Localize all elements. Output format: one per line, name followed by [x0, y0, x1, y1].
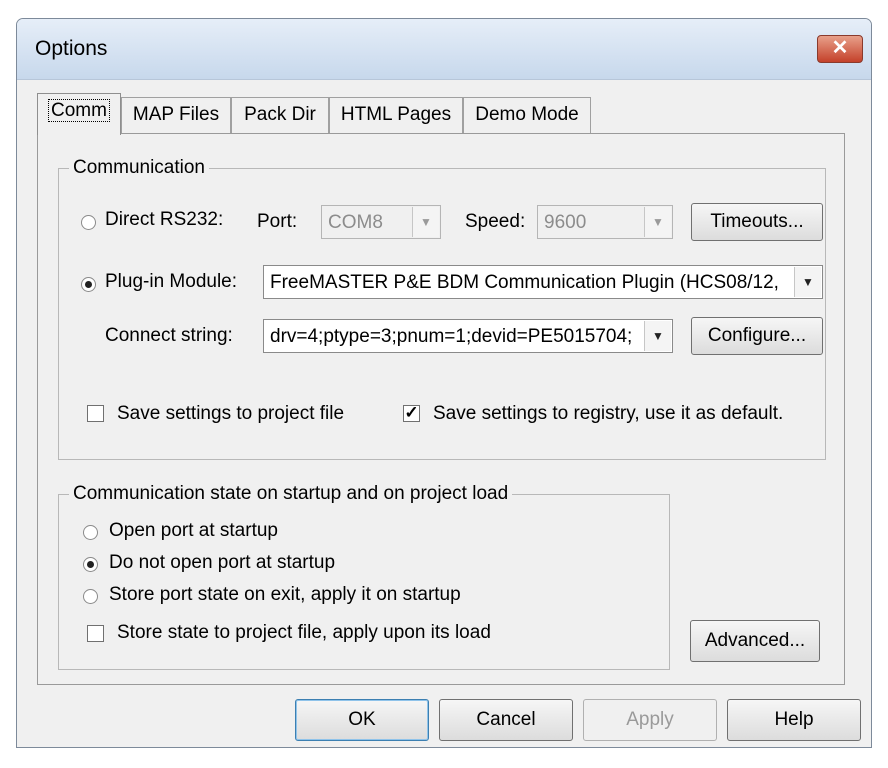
communication-legend: Communication [69, 157, 209, 179]
connect-string-value: drv=4;ptype=3;pnum=1;devid=PE5015704; [270, 326, 633, 347]
close-icon: ✕ [831, 37, 849, 59]
checkmark-icon: ✓ [404, 403, 419, 422]
save-project-checkbox[interactable] [87, 405, 104, 422]
close-button[interactable]: ✕ [817, 35, 863, 63]
store-port-state-label: Store port state on exit, apply it on st… [109, 584, 461, 605]
chevron-down-icon: ▼ [794, 267, 821, 297]
startup-state-legend: Communication state on startup and on pr… [69, 483, 513, 505]
store-project-label: Store state to project file, apply upon … [117, 622, 491, 643]
store-port-state-radio[interactable] [83, 589, 98, 604]
save-registry-label: Save settings to registry, use it as def… [433, 403, 784, 424]
direct-rs232-label: Direct RS232: [105, 209, 224, 230]
advanced-button[interactable]: Advanced... [690, 620, 820, 662]
connect-string-label: Connect string: [105, 325, 233, 346]
chevron-down-icon: ▼ [644, 207, 671, 237]
store-project-checkbox[interactable] [87, 625, 104, 642]
timeouts-button[interactable]: Timeouts... [691, 203, 823, 241]
do-not-open-radio[interactable] [83, 557, 98, 572]
save-project-label: Save settings to project file [117, 403, 345, 424]
save-registry-checkbox[interactable]: ✓ [403, 403, 420, 422]
comm-tab-panel: Communication Direct RS232: Port: COM8 ▼… [37, 133, 845, 685]
help-button[interactable]: Help [727, 699, 861, 741]
connect-string-combo[interactable]: drv=4;ptype=3;pnum=1;devid=PE5015704; ▼ [263, 319, 673, 353]
tab-comm[interactable]: Comm [37, 93, 121, 135]
window-title: Options [35, 37, 108, 60]
communication-group: Communication Direct RS232: Port: COM8 ▼… [58, 157, 826, 460]
port-label: Port: [257, 211, 298, 232]
do-not-open-label: Do not open port at startup [109, 552, 336, 573]
tab-map-files[interactable]: MAP Files [121, 97, 231, 133]
port-combo[interactable]: COM8 ▼ [321, 205, 441, 239]
tab-demo-mode[interactable]: Demo Mode [463, 97, 591, 133]
title-bar[interactable]: Options ✕ [17, 19, 871, 80]
direct-rs232-radio[interactable] [81, 215, 96, 230]
startup-state-group: Communication state on startup and on pr… [58, 483, 670, 670]
plugin-module-combo[interactable]: FreeMASTER P&E BDM Communication Plugin … [263, 265, 823, 299]
plugin-module-radio[interactable] [81, 277, 96, 292]
speed-value: 9600 [544, 212, 587, 233]
chevron-down-icon: ▼ [412, 207, 439, 237]
plugin-module-label: Plug-in Module: [105, 271, 238, 292]
open-port-radio[interactable] [83, 525, 98, 540]
options-dialog: Options ✕ Comm MAP Files Pack Dir HTML P… [16, 18, 872, 748]
port-value: COM8 [328, 212, 383, 233]
open-port-label: Open port at startup [109, 520, 278, 541]
apply-button[interactable]: Apply [583, 699, 717, 741]
cancel-button[interactable]: Cancel [439, 699, 573, 741]
speed-label: Speed: [465, 211, 526, 232]
speed-combo[interactable]: 9600 ▼ [537, 205, 673, 239]
tab-pack-dir[interactable]: Pack Dir [231, 97, 329, 133]
ok-button[interactable]: OK [295, 699, 429, 741]
tab-html-pages[interactable]: HTML Pages [329, 97, 463, 133]
chevron-down-icon: ▼ [644, 321, 671, 351]
configure-button[interactable]: Configure... [691, 317, 823, 355]
plugin-module-value: FreeMASTER P&E BDM Communication Plugin … [270, 272, 779, 293]
